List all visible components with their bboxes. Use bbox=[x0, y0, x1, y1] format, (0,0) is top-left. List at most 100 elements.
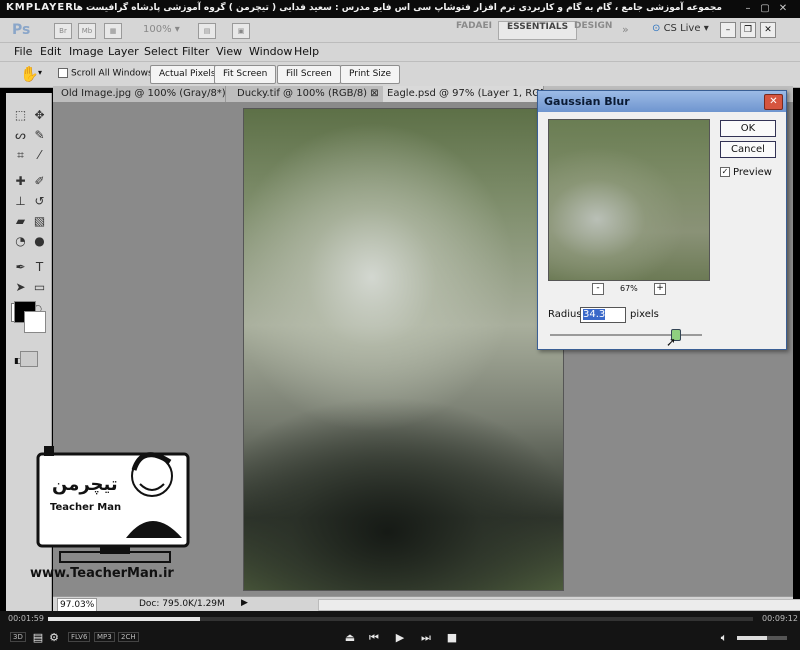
blur-tool-icon[interactable]: ◔ bbox=[12, 233, 29, 250]
maximize-icon[interactable]: ▢ bbox=[759, 3, 771, 14]
ps-minimize-icon[interactable]: – bbox=[720, 22, 736, 38]
mini-bridge-icon[interactable]: Mb bbox=[78, 23, 96, 39]
volume-icon[interactable]: 🔈︎ bbox=[716, 631, 732, 645]
document-size-info: Doc: 795.0K/1.29M bbox=[139, 599, 225, 609]
watermark-persian-text: تیچرمن bbox=[52, 474, 118, 495]
settings-gear-icon[interactable]: ⚙ bbox=[46, 631, 62, 644]
menu-view[interactable]: View bbox=[216, 45, 242, 58]
volume-slider[interactable] bbox=[737, 636, 787, 640]
ps-restore-icon[interactable]: ❐ bbox=[740, 22, 756, 38]
move-tool-icon[interactable]: ✥ bbox=[31, 107, 48, 124]
gradient-tool-icon[interactable]: ▧ bbox=[31, 213, 48, 230]
photoshop-logo: Ps bbox=[12, 22, 31, 38]
gaussian-blur-dialog: Gaussian Blur ✕ - 67% + OK Cancel ✓ Previ… bbox=[537, 90, 787, 350]
options-bar: ✋ ▾ Scroll All Windows Actual Pixels Fit… bbox=[0, 61, 800, 88]
healing-brush-tool-icon[interactable]: ✚ bbox=[12, 173, 29, 190]
path-selection-tool-icon[interactable]: ➤ bbox=[12, 279, 29, 296]
image-canvas[interactable] bbox=[243, 108, 564, 591]
checkbox-box[interactable] bbox=[58, 68, 68, 78]
menu-filter[interactable]: Filter bbox=[182, 45, 209, 58]
history-brush-tool-icon[interactable]: ↺ bbox=[31, 193, 48, 210]
preview-zoom-out-button[interactable]: - bbox=[592, 283, 604, 295]
previous-icon[interactable]: ⏮ bbox=[366, 631, 382, 645]
stop-icon[interactable]: ■ bbox=[444, 631, 460, 644]
blur-preview-image[interactable] bbox=[548, 119, 710, 281]
preview-zoom-level: 67% bbox=[620, 284, 638, 293]
print-size-button[interactable]: Print Size bbox=[340, 65, 401, 84]
cs-live-button[interactable]: ⊙ CS Live ▾ bbox=[652, 23, 709, 34]
clone-stamp-tool-icon[interactable]: ⊥ bbox=[12, 193, 29, 210]
menu-file[interactable]: File bbox=[14, 45, 32, 58]
arrange-documents-icon[interactable]: ▤ bbox=[198, 23, 216, 39]
quick-mask-icon[interactable] bbox=[20, 351, 38, 367]
shape-tool-icon[interactable]: ▭ bbox=[31, 279, 48, 296]
watermark-logo: تیچرمن Teacher Man bbox=[30, 434, 210, 584]
zoom-level-dropdown[interactable]: 100% ▾ bbox=[143, 24, 180, 35]
status-zoom-field[interactable]: 97.03% bbox=[57, 598, 97, 612]
minimize-icon[interactable]: – bbox=[742, 3, 754, 14]
menu-select[interactable]: Select bbox=[144, 45, 178, 58]
radius-input[interactable]: 34.3 bbox=[580, 307, 626, 323]
quick-selection-tool-icon[interactable]: ✎ bbox=[31, 127, 48, 144]
bridge-icon[interactable]: Br bbox=[54, 23, 72, 39]
tab-ducky[interactable]: Ducky.tif @ 100% (RGB/8) ⊠ bbox=[233, 86, 386, 102]
scroll-all-windows-checkbox[interactable]: Scroll All Windows bbox=[58, 68, 153, 79]
eraser-tool-icon[interactable]: ▰ bbox=[12, 213, 29, 230]
dodge-tool-icon[interactable]: ● bbox=[31, 233, 48, 250]
player-title: مجموعه آموزشی جامع ، گام به گام و کاربرد… bbox=[73, 3, 722, 13]
menu-help[interactable]: Help bbox=[294, 45, 319, 58]
status-menu-arrow-icon[interactable]: ▶ bbox=[241, 598, 248, 608]
ps-close-icon[interactable]: ✕ bbox=[760, 22, 776, 38]
menu-image[interactable]: Image bbox=[69, 45, 103, 58]
watermark-url: www.TeacherMan.ir bbox=[30, 566, 174, 581]
horizontal-scrollbar[interactable] bbox=[318, 599, 800, 611]
playlist-icon[interactable]: ▤ bbox=[30, 631, 46, 644]
seek-bar[interactable] bbox=[48, 617, 753, 621]
workspace-fadaei[interactable]: FADAEI bbox=[448, 21, 500, 38]
hand-tool-preset-icon[interactable]: ✋ bbox=[20, 65, 39, 83]
video-codec-badge: FLV6 bbox=[68, 632, 91, 642]
more-workspaces-icon[interactable]: » bbox=[622, 23, 629, 36]
player-title-bar: KMPLAYER مجموعه آموزشی جامع ، گام به گام… bbox=[0, 0, 800, 18]
screen-mode-icon[interactable]: ▣ bbox=[232, 23, 250, 39]
preview-zoom-in-button[interactable]: + bbox=[654, 283, 666, 295]
ps-application-bar: Ps Br Mb ▦ 100% ▾ ▤ ▣ FADAEI ESSENTIALS … bbox=[0, 18, 800, 43]
3d-toggle[interactable]: 3D bbox=[10, 632, 26, 642]
next-icon[interactable]: ⏭ bbox=[418, 631, 434, 645]
preview-checkbox[interactable]: ✓ Preview bbox=[720, 167, 772, 178]
eject-icon[interactable]: ⏏ bbox=[342, 631, 358, 644]
tool-preset-dropdown-icon[interactable]: ▾ bbox=[38, 68, 42, 77]
status-bar: 97.03% Doc: 795.0K/1.29M ▶ bbox=[53, 596, 800, 612]
mouse-cursor-icon: ➚ bbox=[666, 335, 677, 349]
eyedropper-tool-icon[interactable]: ⁄ bbox=[31, 147, 48, 164]
tab-old-image[interactable]: Old Image.jpg @ 100% (Gray/8*) * ⊠ bbox=[57, 86, 226, 102]
menu-edit[interactable]: Edit bbox=[40, 45, 61, 58]
dialog-close-icon[interactable]: ✕ bbox=[764, 94, 783, 110]
type-tool-icon[interactable]: T bbox=[31, 259, 48, 276]
fill-screen-button[interactable]: Fill Screen bbox=[277, 65, 341, 84]
close-icon[interactable]: ✕ bbox=[777, 3, 789, 14]
tab-close-icon[interactable]: ⊠ bbox=[370, 88, 378, 99]
crop-tool-icon[interactable]: ⌗ bbox=[12, 147, 29, 164]
view-extras-icon[interactable]: ▦ bbox=[104, 23, 122, 39]
ok-button[interactable]: OK bbox=[720, 120, 776, 137]
workspace-design[interactable]: DESIGN bbox=[566, 21, 620, 38]
player-control-bar: 00:01:59 00:09:12 3D ▤ ⚙ FLV6 MP3 2CH ⏏ … bbox=[0, 611, 800, 650]
audio-codec-badge: MP3 bbox=[94, 632, 115, 642]
player-logo: KMPLAYER bbox=[6, 2, 74, 13]
fit-screen-button[interactable]: Fit Screen bbox=[214, 65, 277, 84]
radius-unit-label: pixels bbox=[630, 309, 659, 320]
checkmark-icon[interactable]: ✓ bbox=[720, 167, 730, 177]
background-color-swatch[interactable] bbox=[24, 311, 46, 333]
current-time: 00:01:59 bbox=[8, 614, 44, 623]
pen-tool-icon[interactable]: ✒ bbox=[12, 259, 29, 276]
brush-tool-icon[interactable]: ✐ bbox=[31, 173, 48, 190]
menu-layer[interactable]: Layer bbox=[108, 45, 139, 58]
cancel-button[interactable]: Cancel bbox=[720, 141, 776, 158]
lasso-tool-icon[interactable]: ᔕ bbox=[12, 127, 29, 144]
tab-eagle[interactable]: Eagle.psd @ 97% (Layer 1, RGB/8 bbox=[383, 86, 544, 102]
play-icon[interactable]: ▶ bbox=[392, 631, 408, 644]
dialog-title-bar[interactable]: Gaussian Blur ✕ bbox=[538, 91, 786, 112]
menu-window[interactable]: Window bbox=[249, 45, 292, 58]
marquee-tool-icon[interactable]: ⬚ bbox=[12, 107, 29, 124]
